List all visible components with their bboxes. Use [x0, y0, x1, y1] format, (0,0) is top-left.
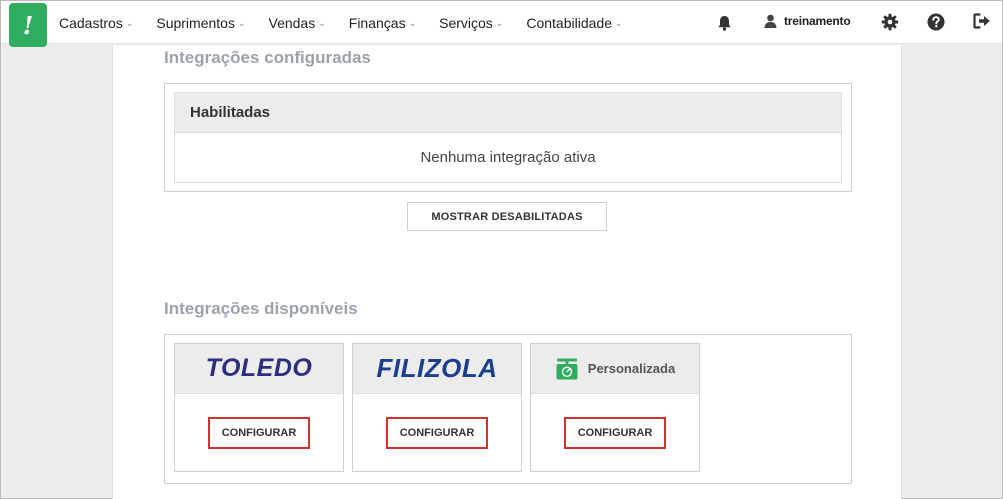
chevron-down-icon: ⌄ — [237, 18, 246, 28]
personalizada-label: Personalizada — [587, 361, 676, 376]
menu-suprimentos[interactable]: Suprimentos ⌄ — [156, 15, 245, 31]
menu-cadastros[interactable]: Cadastros ⌄ — [59, 15, 133, 31]
menu-label: Vendas — [268, 14, 316, 31]
top-navbar: ! Cadastros ⌄ Suprimentos ⌄ Vendas ⌄ Fin… — [1, 1, 1002, 47]
help-question-icon[interactable] — [927, 13, 945, 31]
menu-label: Finanças — [348, 14, 406, 31]
user-icon — [764, 14, 777, 28]
menu-financas[interactable]: Finanças ⌄ — [349, 15, 416, 31]
card-header: FILIZOLA — [353, 344, 521, 394]
chevron-down-icon: ⌄ — [614, 18, 623, 28]
configured-integrations-box: Habilitadas Nenhuma integração ativa — [164, 83, 852, 192]
menu-label: Suprimentos — [156, 14, 235, 31]
chevron-down-icon: ⌄ — [495, 18, 504, 28]
integration-card-filizola: FILIZOLA CONFIGURAR — [352, 343, 522, 472]
menu-vendas[interactable]: Vendas ⌄ — [269, 15, 326, 31]
scale-icon — [556, 358, 578, 379]
show-disabled-button[interactable]: MOSTRAR DESABILITADAS — [407, 202, 607, 231]
notifications-bell-icon[interactable] — [717, 15, 732, 31]
available-section-title: Integrações disponíveis — [164, 299, 358, 318]
integration-card-personalizada: Personalizada CONFIGURAR — [530, 343, 700, 472]
chevron-down-icon: ⌄ — [125, 18, 134, 28]
menu-label: Contabilidade — [526, 14, 612, 31]
toledo-logo: TOLEDO — [205, 354, 313, 382]
content-panel: Integrações configuradas Habilitadas Nen… — [112, 45, 902, 499]
menu-contabilidade[interactable]: Contabilidade ⌄ — [526, 15, 622, 31]
card-header: Personalizada — [531, 344, 699, 394]
configure-personalizada-button[interactable]: CONFIGURAR — [564, 417, 666, 449]
chevron-down-icon: ⌄ — [408, 18, 417, 28]
menu-label: Cadastros — [59, 14, 123, 31]
user-menu[interactable]: treinamento — [764, 14, 851, 28]
configure-toledo-button[interactable]: CONFIGURAR — [208, 417, 310, 449]
logout-icon[interactable] — [973, 13, 991, 29]
card-header: TOLEDO — [175, 344, 343, 394]
configured-section-title: Integrações configuradas — [164, 48, 371, 67]
integration-card-toledo: TOLEDO CONFIGURAR — [174, 343, 344, 472]
empty-integrations-message: Nenhuma integração ativa — [174, 132, 842, 183]
user-name: treinamento — [784, 14, 851, 28]
personalizada-brand: Personalizada — [555, 358, 675, 380]
main-menu: Cadastros ⌄ Suprimentos ⌄ Vendas ⌄ Finan… — [59, 1, 646, 44]
settings-gear-icon[interactable] — [881, 13, 899, 31]
enabled-header: Habilitadas — [174, 92, 842, 132]
filizola-logo: FILIZOLA — [376, 353, 498, 383]
menu-servicos[interactable]: Serviços ⌄ — [439, 15, 503, 31]
app-logo[interactable]: ! — [9, 3, 47, 47]
available-integrations-box: TOLEDO CONFIGURAR FILIZOLA CONFIGURAR Pe… — [164, 334, 852, 484]
menu-label: Serviços — [439, 14, 493, 31]
chevron-down-icon: ⌄ — [318, 18, 326, 28]
configure-filizola-button[interactable]: CONFIGURAR — [386, 417, 488, 449]
